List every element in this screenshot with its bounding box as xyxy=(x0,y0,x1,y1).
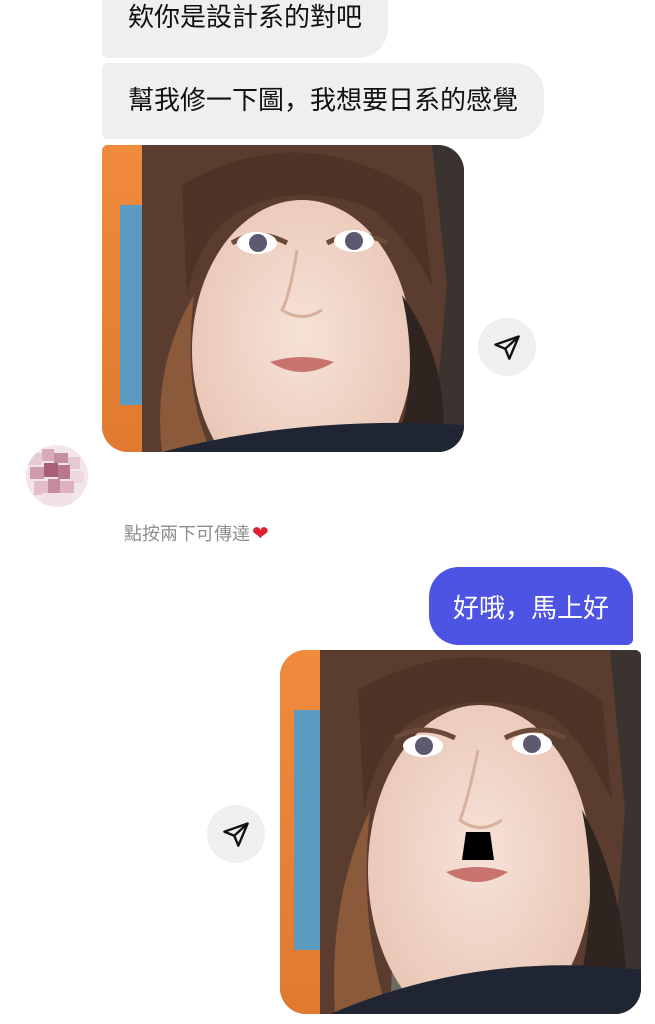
incoming-photo-message[interactable] xyxy=(102,145,464,452)
double-tap-hint: 點按兩下可傳達 ❤ xyxy=(124,520,269,546)
incoming-message-bubble[interactable]: 欸你是設計系的對吧 xyxy=(102,0,389,58)
paper-plane-icon xyxy=(223,822,249,847)
heart-icon: ❤ xyxy=(252,521,269,545)
selfie-photo xyxy=(102,145,464,452)
sender-avatar[interactable] xyxy=(26,445,88,507)
pixelated-avatar xyxy=(26,445,88,507)
incoming-message-bubble[interactable]: 幫我修一下圖，我想要日系的感覺 xyxy=(102,63,545,139)
share-button[interactable] xyxy=(207,805,265,863)
outgoing-message-bubble[interactable]: 好哦，馬上好 xyxy=(429,567,634,645)
message-text: 好哦，馬上好 xyxy=(453,593,610,624)
message-text: 幫我修一下圖，我想要日系的感覺 xyxy=(128,86,519,116)
share-button[interactable] xyxy=(478,318,536,376)
paper-plane-icon xyxy=(494,335,520,360)
hint-text: 點按兩下可傳達 xyxy=(124,524,250,545)
mustache-icon xyxy=(462,832,494,860)
outgoing-photo-message[interactable] xyxy=(280,650,641,1014)
edited-selfie-photo xyxy=(280,650,641,1014)
message-text: 欸你是設計系的對吧 xyxy=(128,3,363,33)
